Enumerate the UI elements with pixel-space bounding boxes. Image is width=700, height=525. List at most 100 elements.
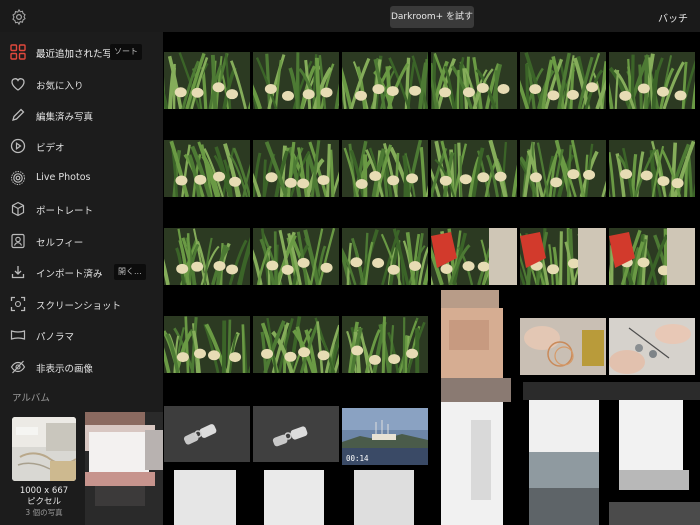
photo-thumbnail[interactable] (342, 316, 428, 373)
onion-field-photo (164, 140, 250, 197)
onion-field-photo (431, 52, 517, 109)
onion-field-photo (609, 52, 695, 109)
video-duration: 00:14 (346, 454, 369, 463)
photo-thumbnail[interactable] (342, 140, 428, 197)
sidebar-item-label: セルフィー (36, 238, 84, 249)
heart-icon (11, 78, 25, 91)
onion-field-photo (253, 228, 339, 285)
sidebar-item-videos[interactable]: ビデオ (0, 133, 163, 161)
sidebar-item-recent[interactable]: 最近追加された写真 ソート (0, 39, 163, 67)
sidebar-item-panorama[interactable]: パノラマ (0, 322, 163, 350)
photo-thumbnail[interactable] (253, 316, 339, 373)
album-photo-count: 3 個の写真 (25, 508, 63, 517)
sidebar-item-label: スクリーンショット (36, 301, 122, 312)
photo-thumbnail[interactable] (164, 140, 250, 197)
sidebar-item-label: 編集済み写真 (36, 112, 94, 123)
sidebar-item-live-photos[interactable]: Live Photos (0, 165, 163, 193)
album-thumbnail[interactable] (12, 417, 76, 481)
photo-thumbnail[interactable] (431, 228, 517, 285)
photo-thumbnail[interactable] (253, 228, 339, 285)
photo-thumbnail[interactable] (520, 228, 606, 285)
photo-grid: 00:14 (163, 32, 700, 525)
onion-field-photo (253, 140, 339, 197)
album-photo (12, 417, 76, 481)
onion-field-photo (342, 52, 428, 109)
selfie-icon (11, 233, 25, 249)
photo-thumbnail[interactable] (609, 318, 695, 375)
onion-field-photo (253, 52, 339, 109)
live-photo-icon (11, 171, 25, 185)
photo-thumbnail[interactable] (164, 228, 250, 285)
sidebar-item-hidden[interactable]: 非表示の画像 (0, 354, 163, 382)
onion-field-photo (342, 316, 428, 373)
photo-thumbnail[interactable] (342, 228, 428, 285)
photo-thumbnail[interactable] (520, 318, 606, 375)
onion-field-photo (342, 140, 428, 197)
panorama-icon (10, 330, 26, 340)
pencil-icon (12, 108, 25, 121)
grid-icon (10, 44, 26, 60)
onion-field-photo (253, 316, 339, 373)
sidebar-item-label: 最近追加された写真 (36, 49, 122, 60)
album-dimensions: 1000 x 667 ピクセル (19, 486, 69, 507)
onion-field-photo (609, 228, 695, 285)
sidebar-item-label: Live Photos (36, 172, 91, 183)
album-thumbnail-2[interactable] (85, 412, 163, 525)
onion-field-photo (342, 228, 428, 285)
photo-thumbnail[interactable] (342, 52, 428, 109)
video-thumbnail[interactable]: 00:14 (342, 408, 428, 465)
screenshot-icon (10, 296, 26, 312)
onion-field-photo (520, 52, 606, 109)
sidebar-item-portrait[interactable]: ポートレート (0, 196, 163, 224)
photo-thumbnail[interactable] (253, 140, 339, 197)
sidebar-item-label: パノラマ (36, 332, 75, 343)
try-darkroom-plus-button[interactable]: Darkroom+ を試す (390, 6, 474, 28)
photo-thumbnail[interactable] (609, 228, 695, 285)
photo-thumbnail[interactable] (164, 316, 250, 373)
cube-icon (11, 201, 25, 217)
play-icon (10, 138, 26, 154)
sidebar-item-favorites[interactable]: お気に入り (0, 71, 163, 99)
onion-field-photo (431, 228, 517, 285)
albums-heading: アルバム (12, 393, 50, 404)
photo-thumbnail[interactable] (164, 52, 250, 109)
onion-field-photo (164, 316, 250, 373)
photo-thumbnail[interactable] (520, 52, 606, 109)
pixelated-photo[interactable] (523, 382, 609, 525)
sidebar-item-imported[interactable]: インポート済み 開く... (0, 259, 163, 287)
sidebar-item-label: ビデオ (36, 143, 65, 154)
onion-field-photo (609, 140, 695, 197)
photo-thumbnail[interactable] (431, 52, 517, 109)
pixelated-photo[interactable] (164, 464, 424, 525)
sidebar-item-label: ポートレート (36, 206, 94, 217)
craft-photo (609, 318, 695, 375)
sidebar-item-selfie[interactable]: セルフィー (0, 228, 163, 256)
sidebar-item-label: インポート済み (36, 269, 103, 280)
sidebar-item-edited[interactable]: 編集済み写真 (0, 102, 163, 130)
batch-button[interactable]: バッチ (658, 10, 688, 25)
open-button[interactable]: 開く... (114, 264, 146, 280)
clasp-photo (164, 406, 250, 462)
photo-thumbnail[interactable] (609, 52, 695, 109)
gear-icon[interactable] (10, 8, 28, 26)
pixelated-photo[interactable] (441, 290, 511, 525)
photo-thumbnail[interactable] (253, 52, 339, 109)
onion-field-photo (431, 140, 517, 197)
sidebar-item-label: お気に入り (36, 81, 84, 92)
photo-thumbnail[interactable] (253, 406, 339, 462)
sidebar-item-label: 非表示の画像 (36, 364, 94, 375)
sort-button[interactable]: ソート (110, 44, 142, 60)
hidden-icon (10, 360, 26, 374)
onion-field-photo (520, 140, 606, 197)
onion-field-photo (164, 228, 250, 285)
photo-thumbnail[interactable] (431, 140, 517, 197)
onion-field-photo (520, 228, 606, 285)
photo-thumbnail[interactable] (609, 140, 695, 197)
onion-field-photo (164, 52, 250, 109)
import-icon (11, 266, 25, 279)
pixelated-photo[interactable] (609, 382, 700, 525)
sidebar: 最近追加された写真 ソート お気に入り 編集済み写真 ビデオ Live Phot… (0, 32, 163, 525)
sidebar-item-screenshots[interactable]: スクリーンショット (0, 291, 163, 319)
photo-thumbnail[interactable] (520, 140, 606, 197)
photo-thumbnail[interactable] (164, 406, 250, 462)
